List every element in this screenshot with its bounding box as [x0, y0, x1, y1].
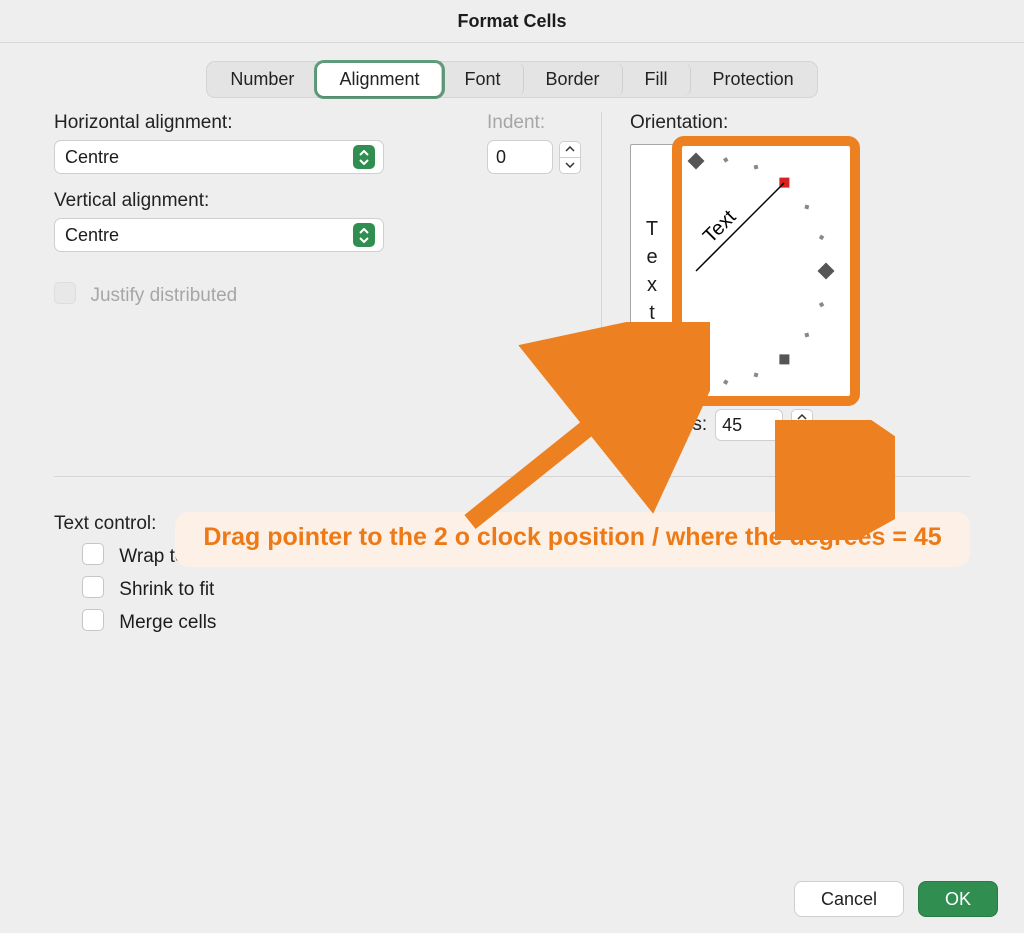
degrees-stepper[interactable]	[791, 408, 813, 442]
annotation-callout: Drag pointer to the 2 o clock position /…	[175, 512, 970, 567]
tab-font[interactable]: Font	[442, 63, 523, 96]
chevron-down-icon	[797, 430, 807, 436]
tab-fill[interactable]: Fill	[623, 63, 691, 96]
v-align-label: Vertical alignment:	[54, 190, 581, 212]
tab-alignment[interactable]: Alignment	[317, 63, 442, 96]
dropdown-chevron-icon	[353, 145, 375, 169]
v-align-select[interactable]: Centre	[54, 218, 384, 252]
vertical-glyph: e	[646, 243, 657, 271]
indent-field[interactable]: 0	[487, 140, 553, 174]
indent-label: Indent:	[487, 112, 581, 134]
orientation-dial[interactable]: Text	[680, 144, 852, 398]
orientation-label: Orientation:	[630, 112, 970, 134]
indent-step-down[interactable]	[559, 157, 581, 174]
tab-border[interactable]: Border	[524, 63, 623, 96]
h-align-label: Horizontal alignment:	[54, 112, 447, 134]
degrees-step-down[interactable]	[791, 425, 813, 442]
degrees-field[interactable]: 45	[715, 409, 783, 441]
indent-step-up[interactable]	[559, 141, 581, 157]
h-align-value: Centre	[65, 147, 353, 168]
shrink-to-fit-label: Shrink to fit	[119, 579, 214, 600]
merge-cells-label: Merge cells	[119, 612, 216, 633]
degrees-label: Degrees:	[630, 414, 707, 436]
vertical-glyph: T	[646, 215, 658, 243]
dialog-title: Format Cells	[0, 0, 1024, 43]
vertical-glyph: t	[649, 299, 655, 327]
degrees-value: 45	[722, 415, 742, 436]
orientation-vertical-text-button[interactable]: T e x t	[630, 144, 674, 398]
degrees-step-up[interactable]	[791, 409, 813, 425]
dropdown-chevron-icon	[353, 223, 375, 247]
merge-cells-checkbox[interactable]	[82, 609, 104, 631]
h-align-select[interactable]: Centre	[54, 140, 384, 174]
tabs-segmented-control: Number Alignment Font Border Fill Protec…	[206, 61, 817, 98]
tab-protection[interactable]: Protection	[691, 63, 816, 96]
v-align-value: Centre	[65, 225, 353, 246]
ok-button[interactable]: OK	[918, 881, 998, 917]
chevron-down-icon	[565, 162, 575, 168]
indent-stepper[interactable]	[559, 140, 581, 174]
chevron-up-icon	[797, 414, 807, 420]
indent-value: 0	[496, 147, 506, 168]
justify-distributed-checkbox	[54, 282, 76, 304]
svg-text:Text: Text	[699, 206, 741, 248]
chevron-up-icon	[565, 146, 575, 152]
tab-number[interactable]: Number	[208, 63, 317, 96]
wrap-text-checkbox[interactable]	[82, 543, 104, 565]
cancel-button[interactable]: Cancel	[794, 881, 904, 917]
shrink-to-fit-checkbox[interactable]	[82, 576, 104, 598]
vertical-glyph: x	[647, 271, 657, 299]
justify-distributed-label: Justify distributed	[90, 285, 237, 306]
